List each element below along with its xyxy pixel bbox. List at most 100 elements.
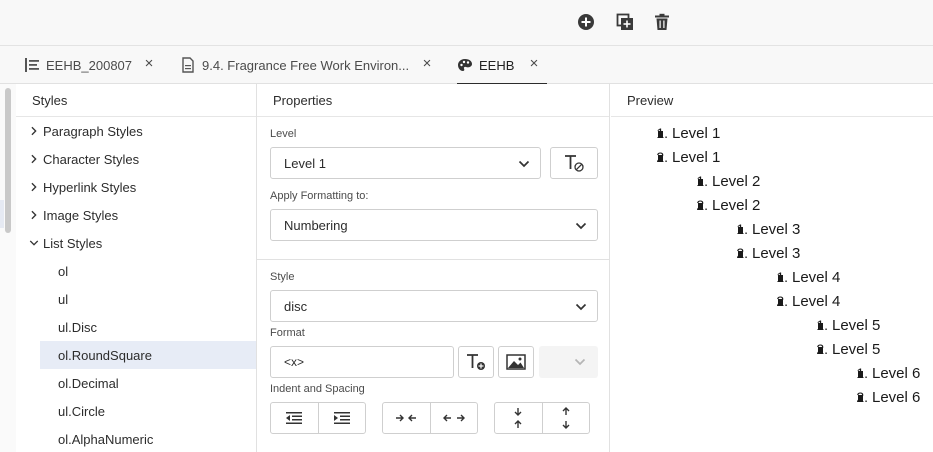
image-icon bbox=[506, 354, 526, 370]
preview-list-item: 1. Level 2 bbox=[696, 170, 760, 192]
scrollbar-thumb[interactable] bbox=[5, 88, 11, 233]
tree-item-label: Character Styles bbox=[43, 151, 140, 167]
list-number: 1. bbox=[776, 269, 788, 285]
close-icon[interactable]: × bbox=[142, 56, 156, 71]
list-style-item[interactable]: ul bbox=[40, 285, 256, 313]
format-label: Format bbox=[270, 327, 305, 339]
add-text-icon bbox=[467, 354, 485, 370]
list-style-item[interactable]: ul.Circle bbox=[40, 397, 256, 425]
tab-eehb-200807[interactable]: EEHB_200807 × bbox=[24, 46, 159, 84]
chevron-down-icon bbox=[575, 222, 587, 230]
indent-spacing-label: Indent and Spacing bbox=[270, 383, 365, 395]
list-text: Level 3 bbox=[752, 244, 801, 262]
list-style-item[interactable]: ol.AlphaNumeric bbox=[40, 425, 256, 452]
outdent-icon bbox=[286, 412, 303, 424]
preview-list-item: 1. Level 4 bbox=[776, 266, 840, 288]
vertical-spacing-group bbox=[494, 402, 590, 434]
preview-list-item: 1. Level 1 bbox=[656, 122, 720, 144]
chevron-right-icon bbox=[28, 209, 40, 221]
styles-panel-title: Styles bbox=[16, 84, 256, 117]
list-style-item-selected[interactable]: ol.RoundSquare bbox=[40, 341, 256, 369]
preview-panel-title: Preview bbox=[611, 84, 933, 117]
arrows-vertical-inward-icon bbox=[514, 408, 522, 428]
decrease-horizontal-spacing-button[interactable] bbox=[383, 403, 430, 433]
top-toolbar bbox=[0, 0, 933, 46]
close-icon[interactable]: × bbox=[527, 56, 541, 71]
chevron-right-icon bbox=[28, 181, 40, 193]
preview-list-item: 1. Level 6 bbox=[856, 362, 920, 384]
list-number: 1. bbox=[856, 365, 868, 381]
list-style-item[interactable]: ol bbox=[40, 257, 256, 285]
tree-item-label: Image Styles bbox=[43, 207, 119, 223]
list-number: 2. bbox=[816, 341, 828, 357]
list-number: 1. bbox=[656, 125, 668, 141]
list-number: 1. bbox=[736, 221, 748, 237]
increase-vertical-spacing-button[interactable] bbox=[541, 403, 590, 433]
tab-label: EEHB_200807 bbox=[46, 57, 133, 73]
tree-image-styles[interactable]: Image Styles bbox=[16, 201, 256, 229]
list-text: Level 3 bbox=[752, 220, 801, 238]
increase-horizontal-spacing-button[interactable] bbox=[429, 403, 478, 433]
tree-paragraph-styles[interactable]: Paragraph Styles bbox=[16, 117, 256, 145]
list-number: 2. bbox=[856, 389, 868, 405]
apply-formatting-label: Apply Formatting to: bbox=[270, 190, 369, 202]
list-number: 1. bbox=[816, 317, 828, 333]
list-text: Level 4 bbox=[792, 292, 841, 310]
insert-text-button[interactable] bbox=[458, 346, 494, 378]
tab-fragrance-free[interactable]: 9.4. Fragrance Free Work Environ... × bbox=[180, 46, 440, 84]
decrease-indent-button[interactable] bbox=[271, 403, 318, 433]
close-icon[interactable]: × bbox=[420, 56, 434, 71]
tab-eehb[interactable]: EEHB × bbox=[457, 46, 547, 85]
preview-list-item: 2. Level 3 bbox=[736, 242, 800, 264]
preview-list-item: 2. Level 2 bbox=[696, 194, 760, 216]
style-select[interactable]: disc bbox=[270, 290, 598, 322]
tree-list-styles[interactable]: List Styles bbox=[16, 229, 256, 257]
left-scrollbar[interactable] bbox=[0, 84, 16, 452]
rail-marker bbox=[0, 200, 4, 228]
preview-list-item: 1. Level 5 bbox=[816, 314, 880, 336]
tree-character-styles[interactable]: Character Styles bbox=[16, 145, 256, 173]
arrows-vertical-outward-icon bbox=[562, 407, 570, 429]
duplicate-icon[interactable] bbox=[614, 11, 636, 33]
increase-indent-button[interactable] bbox=[317, 403, 366, 433]
preview-list-item: 1. Level 3 bbox=[736, 218, 800, 240]
apply-formatting-value: Numbering bbox=[284, 217, 348, 233]
map-icon bbox=[24, 57, 40, 73]
chevron-down-icon bbox=[518, 160, 530, 168]
tab-label: 9.4. Fragrance Free Work Environ... bbox=[202, 57, 410, 73]
palette-icon bbox=[457, 57, 473, 73]
apply-formatting-select[interactable]: Numbering bbox=[270, 209, 598, 241]
tree-item-label: Hyperlink Styles bbox=[43, 179, 137, 195]
list-style-item[interactable]: ul.Disc bbox=[40, 313, 256, 341]
list-text: Level 6 bbox=[872, 364, 921, 382]
list-text: Level 2 bbox=[712, 172, 761, 190]
chevron-down-icon bbox=[574, 358, 586, 366]
list-style-item[interactable]: ol.Decimal bbox=[40, 369, 256, 397]
level-label: Level bbox=[270, 128, 297, 140]
properties-panel: Properties Level Level 1 Apply Formattin… bbox=[257, 84, 610, 452]
chevron-right-icon bbox=[28, 153, 40, 165]
decrease-vertical-spacing-button[interactable] bbox=[495, 403, 542, 433]
insert-image-button[interactable] bbox=[498, 346, 534, 378]
chevron-down-icon bbox=[575, 303, 587, 311]
clear-formatting-button[interactable] bbox=[550, 147, 598, 179]
list-text: Level 6 bbox=[872, 388, 921, 406]
document-icon bbox=[180, 57, 196, 73]
tree-item-label: List Styles bbox=[43, 235, 103, 251]
indent-button-group bbox=[270, 402, 366, 434]
preview-list-item: 2. Level 5 bbox=[816, 338, 880, 360]
tab-label: EEHB bbox=[479, 57, 515, 73]
list-text: Level 5 bbox=[832, 340, 881, 358]
list-text: Level 1 bbox=[672, 124, 721, 142]
trash-icon[interactable] bbox=[651, 11, 673, 33]
preview-list-item: 2. Level 4 bbox=[776, 290, 840, 312]
add-circle-icon[interactable] bbox=[575, 11, 597, 33]
horizontal-spacing-group bbox=[382, 402, 478, 434]
format-input[interactable]: <x> bbox=[270, 346, 454, 378]
tree-hyperlink-styles[interactable]: Hyperlink Styles bbox=[16, 173, 256, 201]
properties-panel-title: Properties bbox=[257, 84, 609, 117]
level-select[interactable]: Level 1 bbox=[270, 147, 541, 179]
list-text: Level 2 bbox=[712, 196, 761, 214]
format-options-select bbox=[539, 346, 598, 378]
list-number: 2. bbox=[696, 197, 708, 213]
